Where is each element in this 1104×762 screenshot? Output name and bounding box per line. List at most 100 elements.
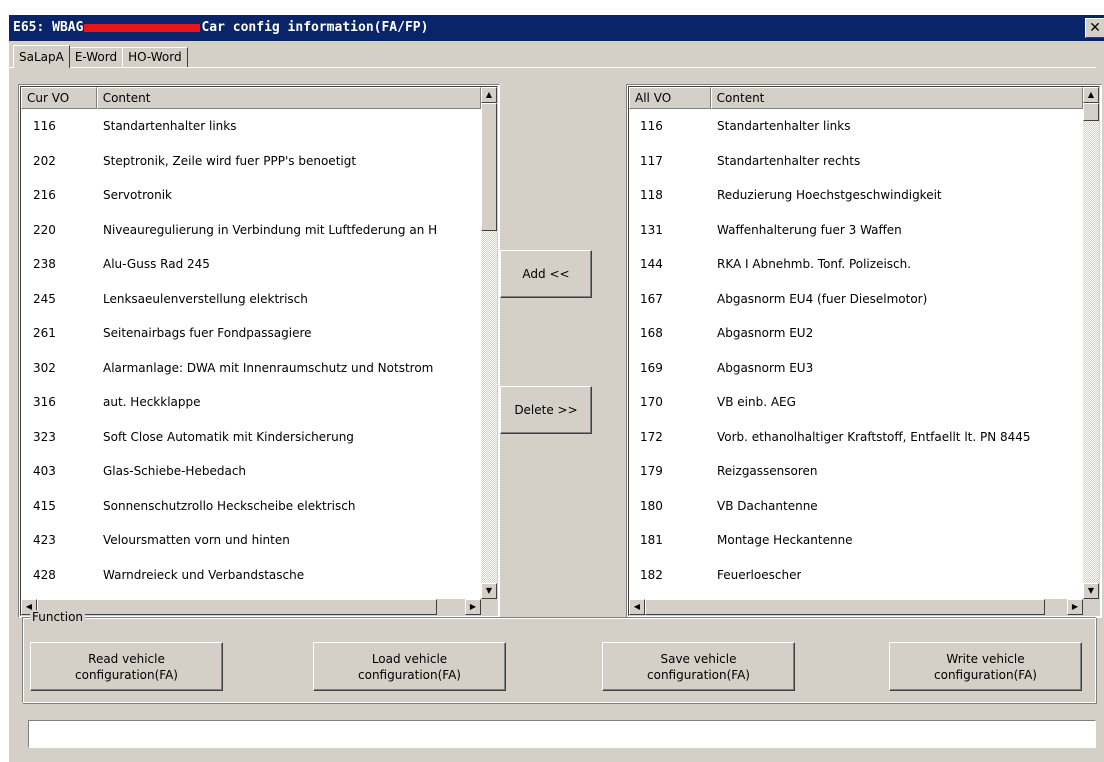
function-group-label: Function: [30, 610, 86, 624]
table-row[interactable]: 302 Alarmanlage: DWA mit Innenraumschutz …: [21, 351, 481, 386]
vo-content: Soft Close Automatik mit Kindersicherung: [103, 429, 354, 444]
table-row[interactable]: 172 Vorb. ethanolhaltiger Kraftstoff, Ent…: [629, 420, 1083, 455]
scroll-left-icon[interactable]: ◀: [629, 599, 645, 615]
scroll-thumb[interactable]: [1083, 103, 1099, 121]
scroll-thumb[interactable]: [481, 103, 497, 231]
vo-code: 144: [640, 257, 663, 272]
scroll-thumb-horizontal[interactable]: [37, 599, 437, 615]
scroll-up-icon[interactable]: ▲: [1083, 87, 1099, 103]
vo-content: Veloursmatten vorn und hinten: [103, 533, 290, 548]
vo-code: 216: [33, 188, 56, 203]
vo-code: 245: [33, 291, 56, 306]
table-row[interactable]: 168 Abgasnorm EU2: [629, 316, 1083, 351]
vo-content: Alarmanlage: DWA mit Innenraumschutz und…: [103, 360, 434, 375]
list-header: Cur VO Content: [21, 87, 481, 109]
all-vo-list[interactable]: All VO Content 116 Standartenhalter links…: [626, 84, 1102, 618]
table-row[interactable]: 415 Sonnenschutzrollo Heckscheibe elektri…: [21, 489, 481, 524]
table-row[interactable]: 181 Montage Heckantenne: [629, 523, 1083, 558]
table-row[interactable]: 116 Standartenhalter links: [629, 109, 1083, 144]
table-row[interactable]: 245 Lenksaeulenverstellung elektrisch: [21, 282, 481, 317]
vo-code: 131: [640, 222, 663, 237]
scroll-thumb-horizontal[interactable]: [645, 599, 1045, 615]
vo-content: Niveauregulierung in Verbindung mit Luft…: [103, 222, 438, 237]
table-row[interactable]: 220 Niveauregulierung in Verbindung mit L…: [21, 213, 481, 248]
vo-code: 302: [33, 360, 56, 375]
current-vo-list[interactable]: Cur VO Content 116 Standartenhalter links…: [18, 84, 500, 618]
vo-code: 180: [640, 498, 663, 513]
vo-code: 179: [640, 464, 663, 479]
table-row[interactable]: 167 Abgasnorm EU4 (fuer Dieselmotor): [629, 282, 1083, 317]
vo-content: Lenksaeulenverstellung elektrisch: [103, 291, 308, 306]
delete-button[interactable]: Delete >>: [500, 386, 592, 434]
vo-content: Feuerloescher: [717, 567, 802, 582]
table-row[interactable]: 316 aut. Heckklappe: [21, 385, 481, 420]
button-line-2: configuration(FA): [647, 667, 750, 682]
table-row[interactable]: 144 RKA I Abnehmb. Tonf. Polizeisch.: [629, 247, 1083, 282]
scroll-corner: [481, 599, 497, 615]
vo-code: 170: [640, 395, 663, 410]
tab-salapa[interactable]: SaLapA: [13, 45, 70, 68]
table-row[interactable]: 118 Reduzierung Hoechstgeschwindigkeit: [629, 178, 1083, 213]
close-button[interactable]: ✕: [1085, 18, 1104, 38]
column-header-all-vo[interactable]: All VO: [629, 87, 711, 109]
vo-content: Standartenhalter rechts: [717, 153, 861, 168]
table-row[interactable]: 216 Servotronik: [21, 178, 481, 213]
scroll-down-icon[interactable]: ▼: [1083, 583, 1099, 599]
add-button[interactable]: Add <<: [500, 250, 592, 298]
vo-content: Abgasnorm EU3: [717, 360, 814, 375]
table-row[interactable]: 202 Steptronik, Zeile wird fuer PPP's ben…: [21, 144, 481, 179]
table-row[interactable]: 428 Warndreieck und Verbandstasche: [21, 558, 481, 593]
column-header-content[interactable]: Content: [96, 87, 481, 109]
vo-content: VB einb. AEG: [717, 395, 796, 410]
table-row[interactable]: 403 Glas-Schiebe-Hebedach: [21, 454, 481, 489]
table-row[interactable]: 116 Standartenhalter links: [21, 109, 481, 144]
table-row[interactable]: 179 Reizgassensoren: [629, 454, 1083, 489]
horizontal-scrollbar[interactable]: ◀ ▶: [629, 599, 1083, 615]
write-vehicle-config-button[interactable]: Write vehicle configuration(FA): [889, 642, 1082, 691]
table-row[interactable]: 169 Abgasnorm EU3: [629, 351, 1083, 386]
table-row[interactable]: 180 VB Dachantenne: [629, 489, 1083, 524]
horizontal-scrollbar[interactable]: ◀ ▶: [21, 599, 481, 615]
vo-content: Seitenairbags fuer Fondpassagiere: [103, 326, 312, 341]
table-row[interactable]: 238 Alu-Guss Rad 245: [21, 247, 481, 282]
vo-code: 172: [640, 429, 663, 444]
table-row[interactable]: 323 Soft Close Automatik mit Kindersicher…: [21, 420, 481, 455]
read-vehicle-config-button[interactable]: Read vehicle configuration(FA): [30, 642, 223, 691]
tab-e-word[interactable]: E-Word: [68, 47, 124, 67]
column-header-content[interactable]: Content: [710, 87, 1083, 109]
table-row[interactable]: 170 VB einb. AEG: [629, 385, 1083, 420]
save-vehicle-config-button[interactable]: Save vehicle configuration(FA): [602, 642, 795, 691]
table-row[interactable]: 182 Feuerloescher: [629, 558, 1083, 593]
vo-content: Reduzierung Hoechstgeschwindigkeit: [717, 188, 942, 203]
vo-content: VB Dachantenne: [717, 498, 818, 513]
vo-content: Glas-Schiebe-Hebedach: [103, 464, 247, 479]
table-row[interactable]: 261 Seitenairbags fuer Fondpassagiere: [21, 316, 481, 351]
scroll-up-icon[interactable]: ▲: [481, 87, 497, 103]
load-vehicle-config-button[interactable]: Load vehicle configuration(FA): [313, 642, 506, 691]
button-line-2: configuration(FA): [75, 667, 178, 682]
vertical-scrollbar[interactable]: ▲ ▼: [1083, 87, 1099, 599]
column-header-cur-vo[interactable]: Cur VO: [21, 87, 97, 109]
scroll-right-icon[interactable]: ▶: [1067, 599, 1083, 615]
vo-code: 117: [640, 153, 663, 168]
table-row[interactable]: 131 Waffenhalterung fuer 3 Waffen: [629, 213, 1083, 248]
scroll-right-icon[interactable]: ▶: [465, 599, 481, 615]
list-header: All VO Content: [629, 87, 1083, 109]
vo-content: Servotronik: [103, 188, 172, 203]
vo-content: Vorb. ethanolhaltiger Kraftstoff, Entfae…: [717, 429, 1031, 444]
tab-strip: SaLapA E-Word HO-Word: [13, 45, 188, 68]
list-rows: 116 Standartenhalter links 202 Steptronik, …: [21, 109, 481, 599]
button-line-1: Load vehicle: [371, 651, 448, 666]
tab-ho-word[interactable]: HO-Word: [122, 47, 188, 67]
table-row[interactable]: 423 Veloursmatten vorn und hinten: [21, 523, 481, 558]
vo-code: 423: [33, 533, 56, 548]
button-line-1: Save vehicle: [660, 651, 737, 666]
button-line-2: configuration(FA): [358, 667, 461, 682]
vo-code: 169: [640, 360, 663, 375]
vo-code: 403: [33, 464, 56, 479]
vertical-scrollbar[interactable]: ▲ ▼: [481, 87, 497, 599]
table-row[interactable]: 117 Standartenhalter rechts: [629, 144, 1083, 179]
vo-code: 238: [33, 257, 56, 272]
vo-content: Alu-Guss Rad 245: [103, 257, 210, 272]
scroll-down-icon[interactable]: ▼: [481, 583, 497, 599]
